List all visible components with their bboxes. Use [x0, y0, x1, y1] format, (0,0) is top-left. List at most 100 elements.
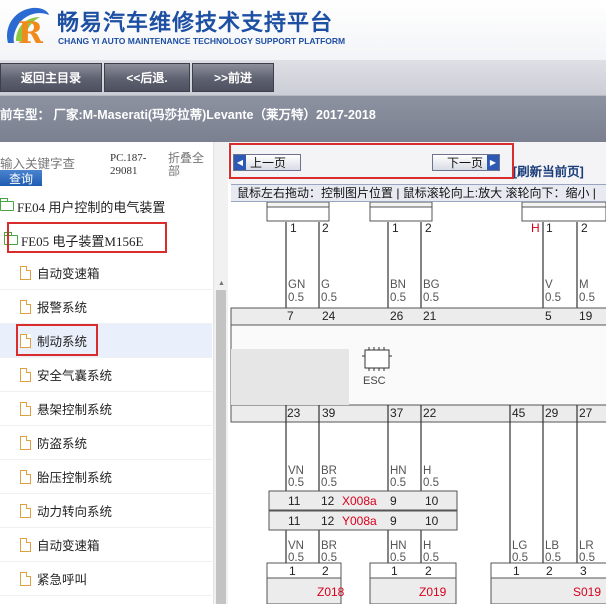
svg-text:1: 1 — [391, 564, 398, 578]
wire-color-label: BN — [390, 279, 406, 291]
pin-label: 5 — [545, 309, 552, 323]
next-page-button[interactable]: 下一页 ▶ — [432, 154, 500, 171]
wire-size-label: 0.5 — [288, 552, 304, 564]
pin-label: 1 — [546, 221, 553, 235]
pin-label: 26 — [390, 309, 404, 323]
svg-text:S019: S019 — [573, 585, 601, 599]
svg-text:X008a: X008a — [342, 494, 377, 508]
tree-item-label: 报警系统 — [37, 301, 88, 315]
wire-labels-bottom: VN 0.5 BR 0.5 HN 0.5 H 0.5 LG 0.5 LB 0.5… — [288, 540, 595, 564]
svg-text:10: 10 — [425, 494, 439, 508]
document-icon — [20, 503, 31, 518]
tree-folder-fe04[interactable]: FE04 用户控制的电气装置 — [0, 189, 212, 223]
document-icon — [20, 469, 31, 484]
scroll-up-arrow-icon[interactable]: ▲ — [214, 280, 229, 290]
tree-scrollbar[interactable]: ▲ — [213, 142, 228, 604]
diagram-panel: ◀ 上一页 下一页 ▶ [刷新当前页] 鼠标左右拖动：控制图片位置 | 鼠标滚轮… — [229, 142, 606, 604]
pin-label: 27 — [579, 406, 593, 420]
pin-label: 29 — [545, 406, 559, 420]
wiring-diagram[interactable]: 平台 1 2 1 2 H 1 2 — [229, 202, 606, 604]
pager-bar: ◀ 上一页 下一页 ▶ [刷新当前页] — [229, 142, 606, 184]
tree-item-emergency-call[interactable]: 紧急呼叫 — [0, 562, 212, 596]
ecu-chip-icon — [362, 347, 392, 371]
wire-color-label: HN — [390, 465, 407, 477]
tree-item-label: 紧急呼叫 — [37, 573, 88, 587]
wire-size-label: 0.5 — [390, 552, 406, 564]
tree-item-alarm-system[interactable]: 报警系统 — [0, 290, 212, 324]
vehicle-model-text: 前车型： 厂家:M-Maserati(玛莎拉蒂)Levante（莱万特）2017… — [0, 108, 376, 122]
folder-open-icon — [4, 232, 18, 245]
collapse-all-button[interactable]: 折叠全 部 — [168, 152, 204, 178]
search-button[interactable]: 查询 — [0, 170, 42, 186]
wire-size-label: 0.5 — [390, 292, 406, 304]
zoom-hint-bar: 鼠标左右拖动：控制图片位置 | 鼠标滚轮向上:放大 滚轮向下：缩小 | — [231, 184, 606, 202]
document-code: PC.187- 29081 — [110, 152, 147, 177]
refresh-page-link[interactable]: [刷新当前页] — [513, 161, 584, 180]
pin-label: 2 — [581, 221, 588, 235]
tree-item-automatic-transmission[interactable]: 自动变速箱 — [0, 256, 212, 290]
svg-text:1: 1 — [289, 564, 296, 578]
tree-item-suspension-control[interactable]: 悬架控制系统 — [0, 392, 212, 426]
svg-text:Y008a: Y008a — [342, 514, 377, 528]
scrollbar-thumb[interactable] — [216, 290, 226, 604]
connector-x008a[interactable]: 11 12 X008a 9 10 — [268, 490, 458, 511]
tree-folder-fe05[interactable]: FE05 电子装置M156E — [0, 223, 212, 257]
tree-item-tire-pressure[interactable]: 胎压控制系统 — [0, 460, 212, 494]
tree-item-anti-theft[interactable]: 防盗系统 — [0, 426, 212, 460]
svg-text:9: 9 — [390, 494, 397, 508]
component-z019[interactable]: 1 2 Z019 — [369, 562, 457, 604]
main-toolbar: 返回主目录 <<后退. >>前进 — [0, 60, 606, 96]
component-s019[interactable]: 1 2 3 S019 — [490, 562, 606, 604]
document-icon — [20, 333, 31, 348]
wire-color-label: BR — [321, 465, 337, 477]
wire-size-label: 0.5 — [545, 292, 561, 304]
pin-label: 2 — [322, 221, 329, 235]
pin-label: 1 — [392, 221, 399, 235]
pin-label: 24 — [322, 309, 336, 323]
svg-text:11: 11 — [288, 494, 301, 508]
app-subtitle: CHANG YI AUTO MAINTENANCE TECHNOLOGY SUP… — [58, 36, 346, 46]
forward-button[interactable]: >>前进 — [192, 63, 274, 92]
wire-size-label: 0.5 — [321, 292, 337, 304]
svg-text:R: R — [18, 16, 44, 49]
arrow-left-icon: ◀ — [234, 155, 246, 170]
svg-text:11: 11 — [288, 514, 301, 528]
wire-color-label: G — [321, 279, 330, 291]
tree-item-brake-system[interactable]: 制动系统 — [0, 324, 212, 358]
esc-module[interactable] — [230, 307, 606, 423]
document-icon — [20, 265, 31, 280]
wire-size-label: 0.5 — [579, 552, 595, 564]
pin-label: 45 — [512, 406, 526, 420]
component-z018[interactable]: 1 2 Z018 — [266, 562, 345, 604]
svg-text:10: 10 — [425, 514, 439, 528]
tree-item-power-steering[interactable]: 动力转向系统 — [0, 494, 212, 528]
app-header: R 畅易汽车维修技术支持平台 CHANG YI AUTO MAINTENANCE… — [0, 0, 606, 60]
tree-item-label: 制动系统 — [37, 335, 88, 349]
pin-label: 21 — [423, 309, 437, 323]
wire-size-label: 0.5 — [545, 552, 561, 564]
wire-color-label: M — [579, 279, 589, 291]
wire-color-label: H — [423, 540, 431, 552]
svg-text:1: 1 — [513, 564, 520, 578]
tree-item-automatic-transmission-2[interactable]: 自动变速箱 — [0, 528, 212, 562]
back-button[interactable]: <<后退. — [104, 63, 190, 92]
pin-label: 39 — [322, 406, 336, 420]
tree-item-label: 胎压控制系统 — [37, 471, 113, 485]
svg-text:Z018: Z018 — [317, 585, 345, 599]
wire-size-label: 0.5 — [423, 292, 439, 304]
svg-text:9: 9 — [390, 514, 397, 528]
wire-color-label: GN — [288, 279, 305, 291]
tree-item-label: 自动变速箱 — [37, 267, 100, 281]
esc-label: ESC — [363, 375, 386, 387]
prev-page-button[interactable]: ◀ 上一页 — [233, 154, 301, 171]
wire-color-label: LR — [579, 540, 594, 552]
wire-color-label: LG — [512, 540, 527, 552]
document-icon — [20, 367, 31, 382]
svg-text:12: 12 — [321, 494, 335, 508]
document-icon — [20, 435, 31, 450]
home-button[interactable]: 返回主目录 — [0, 63, 102, 92]
connector-y008a[interactable]: 11 12 Y008a 9 10 — [268, 510, 458, 531]
wire-color-label: H — [423, 465, 431, 477]
tree-item-airbag-system[interactable]: 安全气囊系统 — [0, 358, 212, 392]
document-icon — [20, 299, 31, 314]
